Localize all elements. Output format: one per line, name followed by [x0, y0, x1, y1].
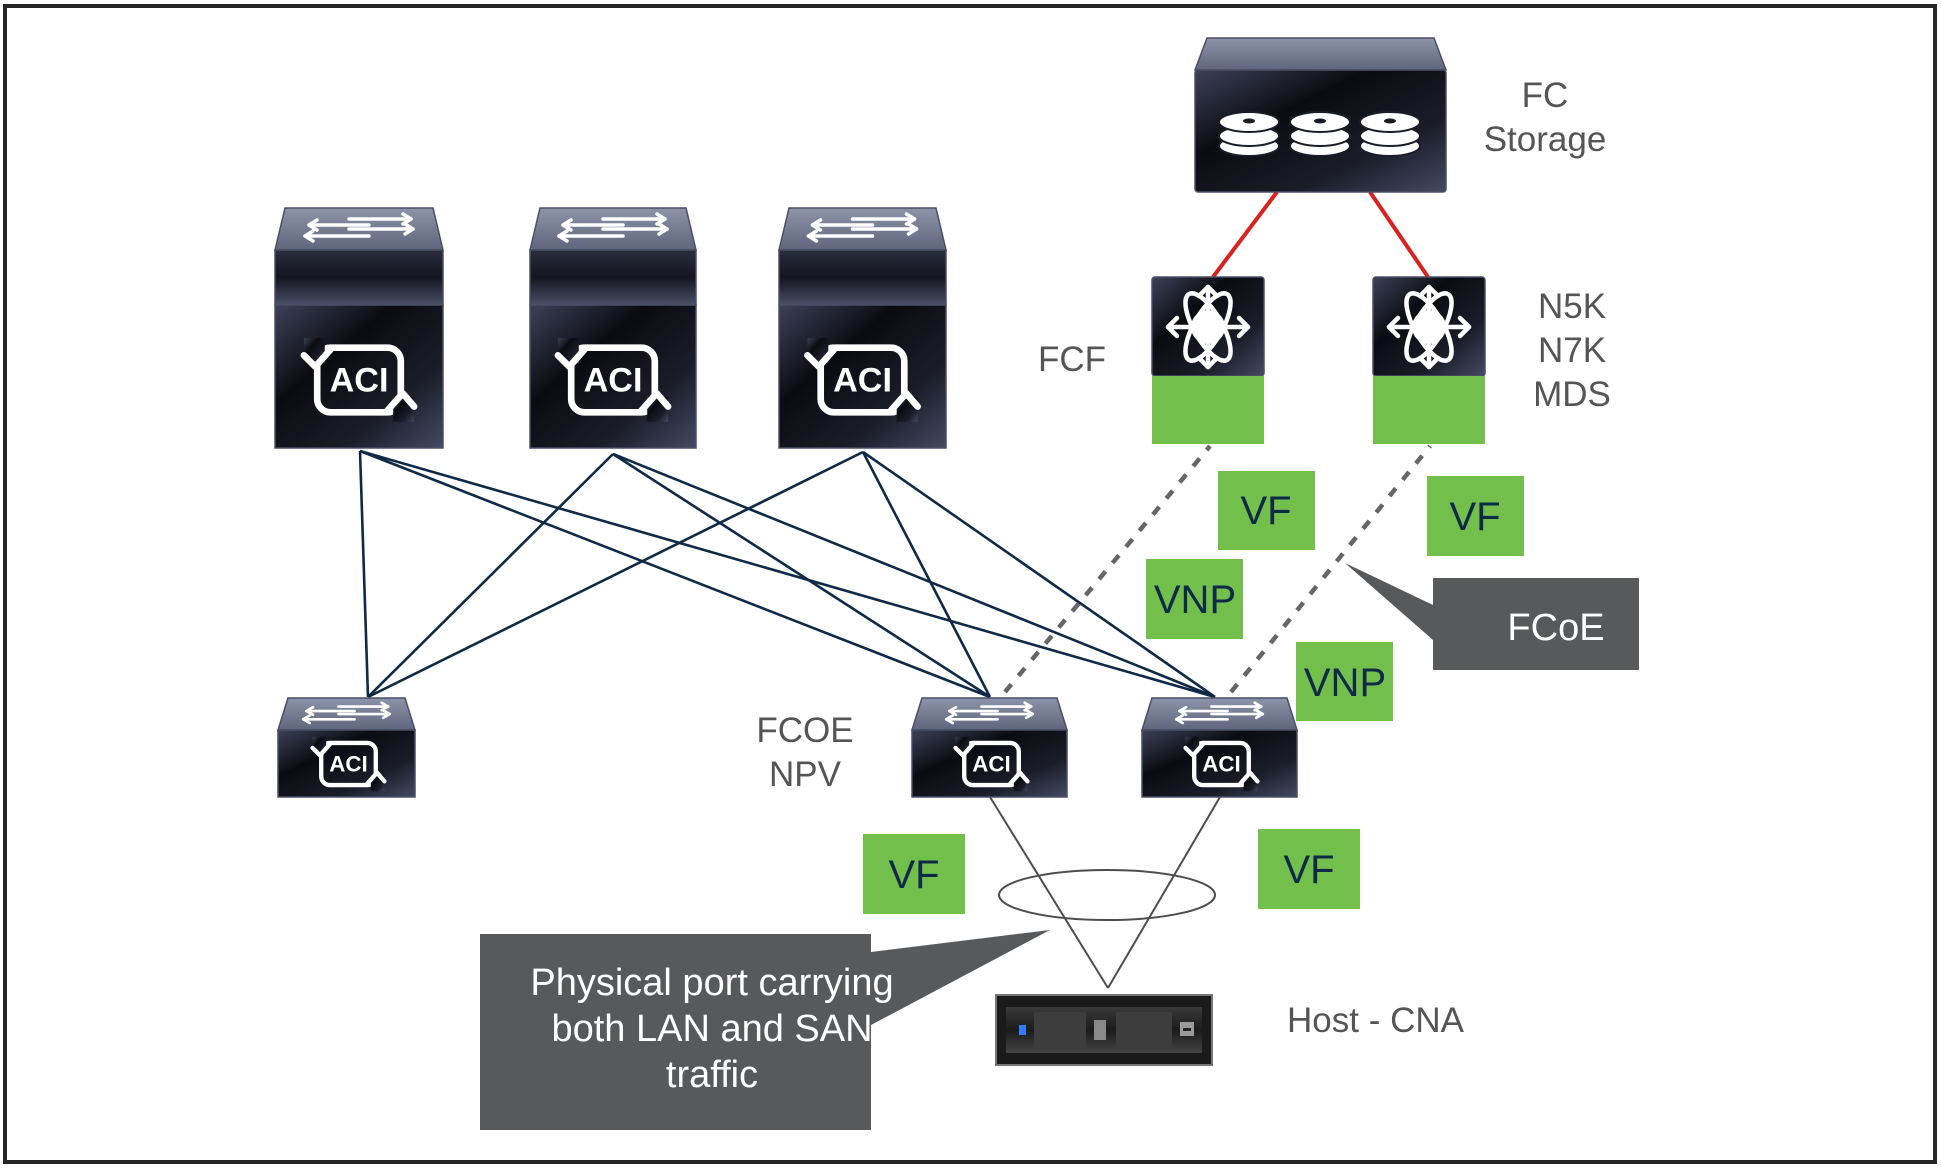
- fabric-link: [367, 453, 614, 698]
- port-badge-vnp-leaf3: VNP: [1296, 642, 1393, 721]
- aci-icon: [313, 737, 385, 792]
- spine-switch: [274, 207, 444, 449]
- aci-icon: [956, 737, 1028, 792]
- fabric-link: [359, 449, 1216, 699]
- port-badge-text: VF: [1449, 495, 1500, 539]
- fcf-model-label-0: N5K: [1538, 287, 1606, 326]
- physical-port-callout-line1: Physical port carrying: [530, 962, 893, 1004]
- port-badge-vnp-leaf2: VNP: [1146, 559, 1243, 639]
- fc-storage-label-line1: FC: [1522, 76, 1569, 115]
- port-badge-vf-leaf3-host: VF: [1258, 829, 1360, 909]
- fcf-switch: [1372, 276, 1486, 444]
- leaf-switch: [1140, 697, 1299, 798]
- fabric-link: [358, 450, 370, 698]
- port-badge-text: VF: [888, 853, 939, 897]
- network-diagram: ACI FC Storage FCF N5K N7K MDS FCOE NPV …: [274, 37, 1639, 1130]
- spine-switch: [529, 207, 697, 449]
- port-badge-vf-leaf2-host: VF: [863, 834, 965, 914]
- port-badge-text: VNP: [1154, 578, 1236, 622]
- physical-port-callout-line2: both LAN and SAN: [551, 1008, 872, 1050]
- port-badge-text: VNP: [1304, 661, 1386, 705]
- fcf-model-label-1: N7K: [1538, 331, 1606, 370]
- fcf-switch: [1151, 276, 1265, 444]
- spine-switch: [778, 207, 947, 449]
- aci-icon: [1186, 737, 1258, 792]
- port-badge-vf-fcf1: VF: [1218, 471, 1315, 550]
- power-led-icon: [1019, 1025, 1026, 1035]
- aci-icon: [558, 338, 668, 422]
- port-badge-text: VF: [1283, 848, 1334, 892]
- fcoe-callout-text: FCoE: [1507, 607, 1604, 649]
- fc-storage-label-line2: Storage: [1484, 120, 1607, 159]
- physical-port-callout-line3: traffic: [666, 1054, 758, 1096]
- fcoe-npv-label-line1: FCOE: [756, 711, 853, 750]
- fc-link: [1368, 190, 1430, 279]
- fcf-label: FCF: [1038, 340, 1106, 379]
- fc-link: [1211, 190, 1279, 279]
- fabric-link: [359, 449, 991, 699]
- aci-icon: [304, 338, 414, 422]
- physical-port-callout: Physical port carrying both LAN and SAN …: [480, 930, 1050, 1130]
- host-link: [989, 796, 1109, 989]
- fcf-model-label-2: MDS: [1533, 375, 1611, 414]
- port-badge-vf-fcf2: VF: [1427, 476, 1524, 556]
- leaf-switch: [910, 697, 1069, 798]
- fc-storage: [1193, 37, 1448, 193]
- port-badge-text: VF: [1240, 489, 1291, 533]
- fabric-link: [612, 452, 1216, 699]
- host-link: [1107, 796, 1221, 989]
- storage-disks-icon: [1218, 111, 1421, 157]
- host-label: Host - CNA: [1287, 1001, 1465, 1040]
- leaf-switch: [276, 697, 417, 798]
- fabric-link: [861, 451, 992, 698]
- aci-icon: [807, 338, 917, 422]
- host-server: [995, 994, 1213, 1066]
- port-channel-ellipse: [998, 869, 1216, 921]
- fcoe-npv-label-line2: NPV: [769, 755, 842, 794]
- fabric-link: [612, 452, 991, 699]
- server-handle-icon: [1094, 1020, 1106, 1040]
